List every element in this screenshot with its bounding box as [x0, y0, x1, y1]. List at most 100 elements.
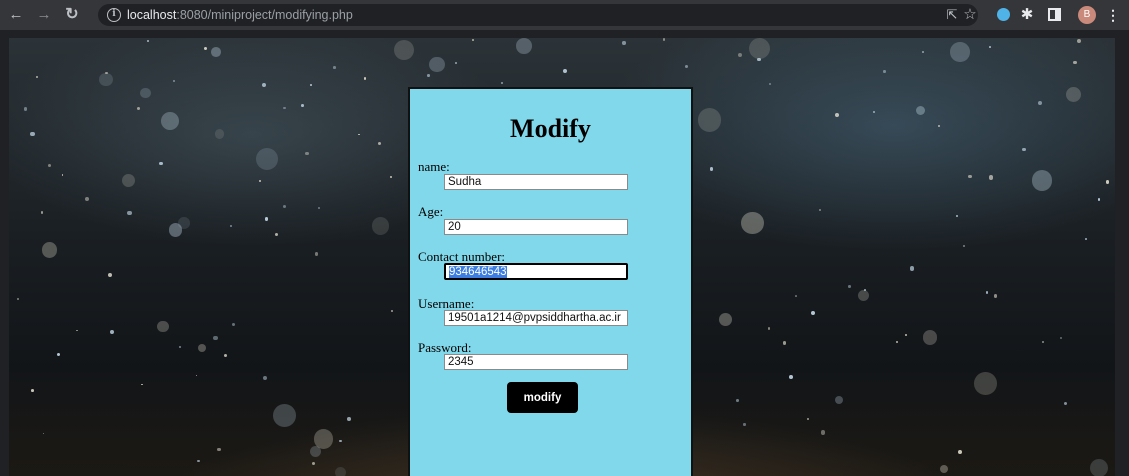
bokeh-dot [61, 173, 64, 176]
bokeh-dot [310, 84, 313, 87]
bokeh-dot [989, 46, 991, 48]
username-input[interactable] [444, 310, 628, 326]
bokeh-dot [848, 285, 852, 288]
bokeh-dot [301, 104, 304, 107]
bokeh-dot [741, 212, 764, 235]
bokeh-dot [159, 161, 164, 166]
puzzle-icon[interactable]: ✱ [1018, 5, 1036, 25]
bokeh-dot [429, 56, 445, 73]
bokeh-dot [363, 77, 367, 81]
back-arrow-icon[interactable]: ← [6, 5, 26, 25]
bokeh-dot [1098, 198, 1101, 201]
bokeh-dot [1084, 237, 1087, 240]
url-path: :8080/miniproject/modifying.php [176, 8, 353, 22]
bokeh-dot [305, 151, 309, 156]
url-host: localhost [127, 8, 177, 22]
bokeh-dot [962, 244, 966, 248]
bokeh-dot [904, 333, 908, 337]
bokeh-dot [736, 398, 739, 402]
address-url[interactable]: localhost:8080/miniproject/modifying.php [127, 7, 353, 23]
bokeh-dot [834, 396, 843, 405]
bokeh-dot [858, 290, 870, 302]
bokeh-dot [1064, 401, 1068, 405]
bokeh-dot [371, 217, 390, 235]
bokeh-dot [198, 344, 207, 353]
bokeh-dot [394, 40, 415, 61]
bokeh-dot [84, 197, 89, 201]
star-icon[interactable]: ☆ [962, 5, 978, 25]
bokeh-dot [275, 232, 279, 236]
bokeh-dot [99, 72, 113, 87]
bokeh-dot [217, 447, 221, 452]
bokeh-dot [873, 110, 876, 114]
bokeh-dot [136, 106, 140, 110]
bokeh-dot [213, 336, 218, 341]
bokeh-dot [258, 179, 262, 182]
info-icon[interactable]: i [107, 8, 121, 22]
bokeh-dot [263, 375, 268, 380]
bokeh-dot [939, 465, 948, 474]
bokeh-dot [1077, 38, 1082, 43]
bokeh-dot [427, 74, 431, 77]
bokeh-dot [743, 423, 746, 426]
extension-icon[interactable] [997, 8, 1010, 21]
password-input[interactable] [444, 354, 628, 370]
modify-button[interactable]: modify [507, 382, 578, 413]
browser-toolbar: ← → ↻ i localhost:8080/miniproject/modif… [0, 0, 1129, 30]
bokeh-dot [107, 273, 113, 278]
bokeh-dot [195, 374, 198, 377]
bokeh-dot [76, 329, 78, 332]
bokeh-dot [834, 113, 839, 118]
bokeh-dot [178, 345, 182, 349]
bokeh-dot [922, 330, 937, 345]
bokeh-dot [501, 81, 504, 84]
bokeh-dot [895, 340, 899, 344]
bokeh-dot [1066, 87, 1082, 103]
share-icon[interactable]: ⇱ [944, 5, 960, 25]
bokeh-dot [956, 214, 959, 217]
bokeh-dot [230, 225, 233, 228]
contact-number-input[interactable]: 934646543 [444, 263, 628, 280]
bokeh-dot [30, 131, 35, 136]
bokeh-dot [283, 204, 287, 208]
bokeh-dot [255, 147, 278, 170]
bokeh-dot [749, 38, 771, 60]
kebab-menu-icon[interactable]: ⋮ [1106, 5, 1120, 25]
bokeh-dot [141, 383, 143, 386]
bokeh-dot [283, 106, 286, 110]
bokeh-dot [231, 322, 236, 327]
bokeh-dot [30, 388, 34, 392]
bokeh-dot [718, 312, 732, 326]
bokeh-dot [516, 38, 532, 55]
forward-arrow-icon[interactable]: → [34, 5, 54, 25]
bokeh-dot [994, 294, 998, 298]
bokeh-dot [973, 372, 997, 395]
bokeh-dot [173, 80, 176, 83]
contact-number-value: 934646543 [449, 266, 507, 278]
bokeh-dot [339, 439, 343, 443]
bokeh-dot [471, 39, 474, 42]
page-viewport: Modify name: Age: Contact number: 934646… [9, 38, 1115, 476]
bokeh-dot [937, 124, 940, 127]
bokeh-dot [922, 51, 925, 53]
bokeh-dot [968, 174, 972, 179]
profile-avatar[interactable]: B [1078, 6, 1096, 24]
bokeh-dot [737, 52, 742, 57]
age-input[interactable] [444, 219, 628, 235]
address-bar[interactable]: i localhost:8080/miniproject/modifying.p… [98, 4, 978, 26]
name-input[interactable] [444, 174, 628, 190]
bokeh-dot [168, 223, 183, 237]
bokeh-dot [883, 70, 886, 73]
bokeh-dot [769, 83, 771, 86]
bokeh-dot [264, 216, 269, 221]
bokeh-dot [562, 69, 567, 74]
reload-icon[interactable]: ↻ [62, 5, 82, 25]
bokeh-dot [377, 141, 382, 146]
bokeh-dot [709, 167, 714, 171]
side-panel-icon[interactable] [1048, 8, 1061, 21]
bokeh-dot [662, 38, 665, 41]
bokeh-dot [35, 75, 39, 79]
bokeh-dot [1059, 336, 1063, 340]
bokeh-dot [157, 320, 169, 332]
bokeh-dot [318, 207, 320, 209]
